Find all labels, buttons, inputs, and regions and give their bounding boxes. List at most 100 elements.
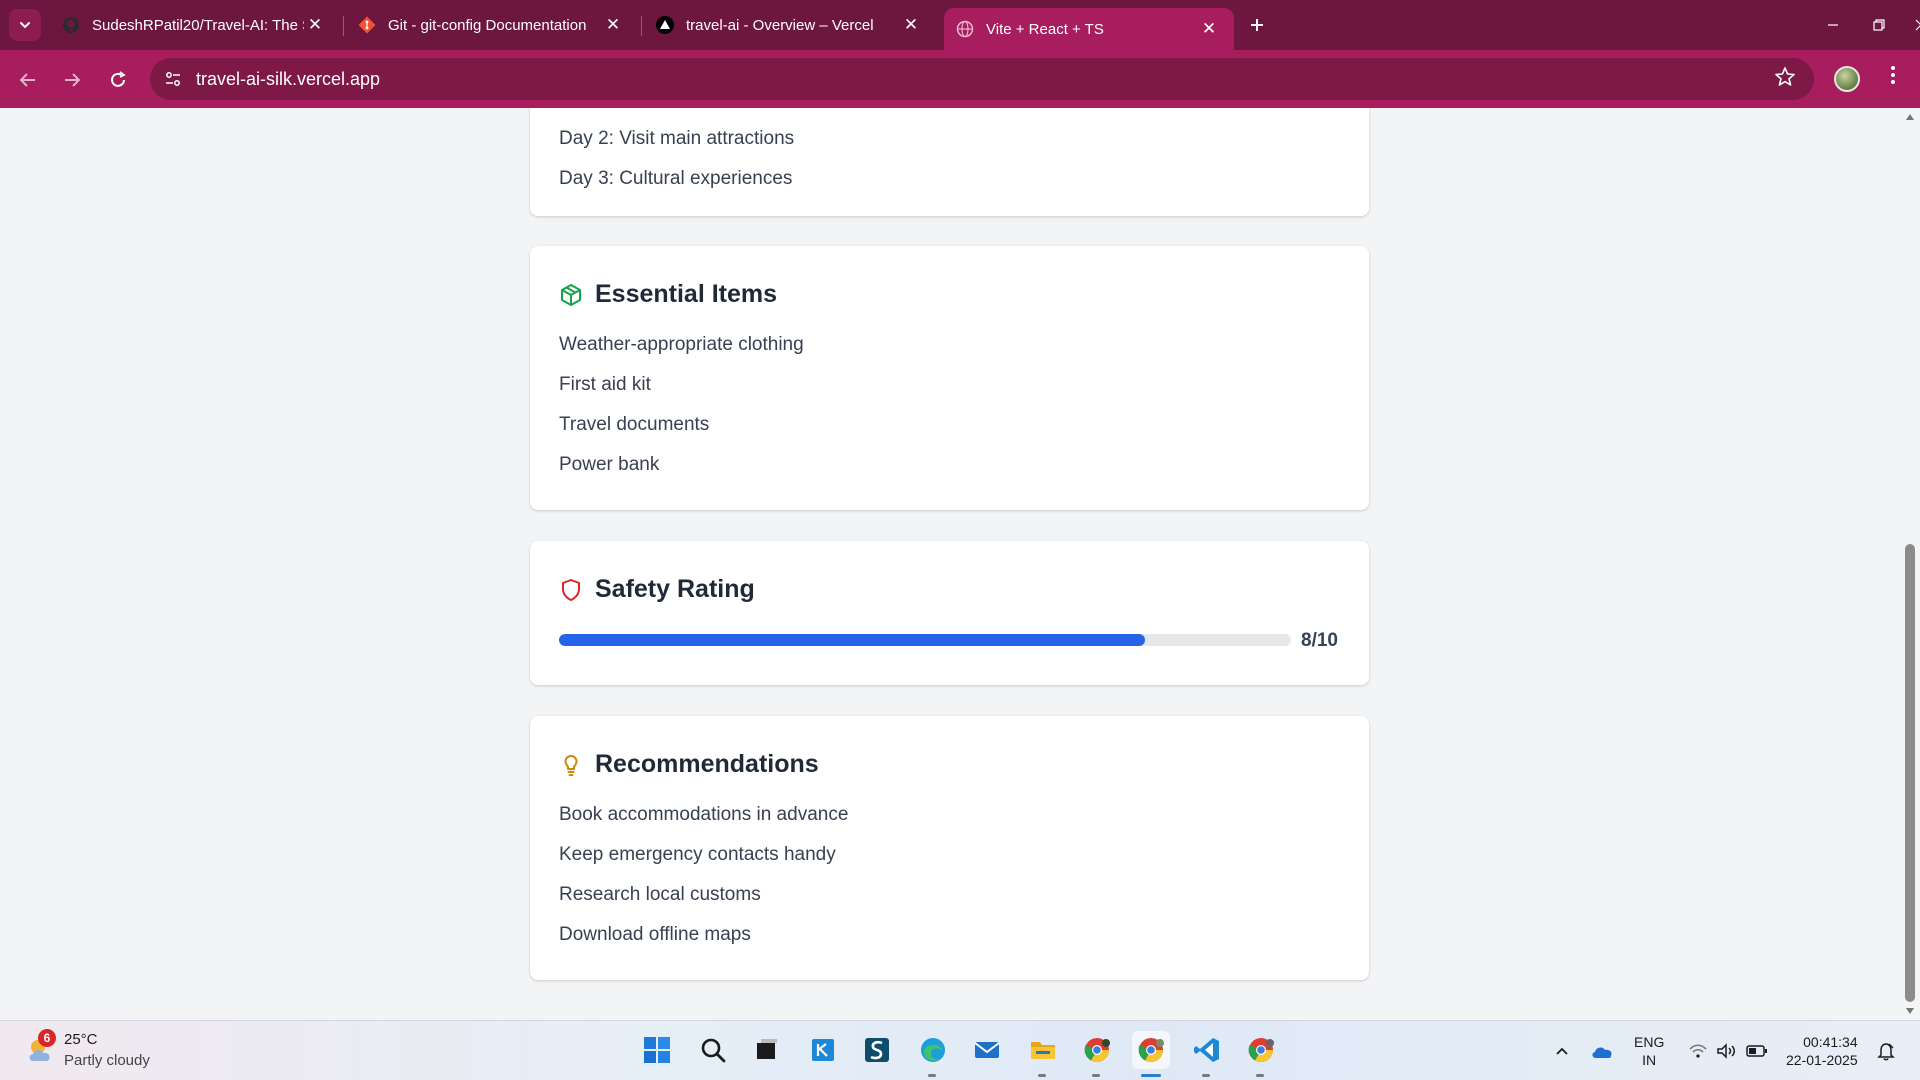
- bookmark-star-icon[interactable]: [1774, 66, 1796, 94]
- recommendation-item: Book accommodations in advance: [559, 804, 849, 825]
- reload-icon: [111, 71, 126, 87]
- weather-alert-badge: 6: [38, 1029, 56, 1047]
- close-tab-icon[interactable]: ✕: [602, 14, 624, 36]
- clock-time: 00:41:34: [1803, 1034, 1858, 1050]
- close-window-button[interactable]: [1898, 8, 1920, 42]
- notification-center-button[interactable]: [1876, 1021, 1896, 1080]
- url-text[interactable]: travel-ai-silk.vercel.app: [196, 69, 380, 90]
- vscode-icon: [1194, 1038, 1219, 1062]
- git-icon: [358, 16, 376, 34]
- browser-menu-button[interactable]: [1886, 64, 1900, 92]
- tab-github[interactable]: SudeshRPatil20/Travel-AI: The S ✕: [50, 8, 340, 42]
- speaker-icon: [1717, 1043, 1735, 1059]
- taskbar-chrome-profile-1[interactable]: [1078, 1031, 1116, 1077]
- app-s-icon: [865, 1038, 889, 1062]
- battery-icon: [1746, 1045, 1767, 1057]
- running-indicator: [1256, 1074, 1264, 1077]
- new-tab-button[interactable]: [1244, 12, 1270, 38]
- tab-search-button[interactable]: [9, 9, 41, 41]
- safety-rating-card: Safety Rating 8/10: [530, 541, 1369, 685]
- network-tray-icon[interactable]: [1688, 1021, 1708, 1080]
- tab-vercel[interactable]: travel-ai - Overview – Vercel ✕: [644, 8, 936, 42]
- task-view-icon: [757, 1039, 777, 1059]
- chevron-up-icon: [1556, 1047, 1568, 1055]
- lightbulb-icon: [564, 754, 578, 776]
- onedrive-tray-icon[interactable]: [1590, 1021, 1614, 1080]
- back-button[interactable]: [14, 66, 42, 94]
- reload-button[interactable]: [104, 66, 132, 94]
- running-indicator: [1092, 1074, 1100, 1077]
- essential-item: Weather-appropriate clothing: [559, 334, 804, 355]
- close-tab-icon[interactable]: ✕: [304, 14, 326, 36]
- active-indicator: [1141, 1074, 1161, 1077]
- running-indicator: [1038, 1074, 1046, 1077]
- taskbar-file-explorer[interactable]: [1024, 1031, 1062, 1077]
- taskbar-edge[interactable]: [914, 1031, 952, 1077]
- windows-logo-icon: [644, 1037, 670, 1063]
- tab-separator: [343, 16, 344, 36]
- running-indicator: [1202, 1074, 1210, 1077]
- scroll-down-arrow-icon[interactable]: [1906, 1008, 1914, 1014]
- tab-title: Git - git-config Documentation: [388, 16, 587, 34]
- taskbar-mail[interactable]: [968, 1031, 1006, 1069]
- card-header: Essential Items: [559, 280, 777, 309]
- taskbar-app-s[interactable]: [858, 1031, 896, 1069]
- card-title: Recommendations: [595, 750, 819, 778]
- card-title: Essential Items: [595, 280, 778, 308]
- region-code: IN: [1642, 1052, 1657, 1068]
- recommendation-item: Keep emergency contacts handy: [559, 844, 836, 865]
- tab-git-docs[interactable]: Git - git-config Documentation ✕: [346, 8, 638, 42]
- tab-separator: [641, 16, 642, 36]
- forward-button[interactable]: [58, 66, 86, 94]
- store-icon: [812, 1039, 834, 1061]
- weather-description: Partly cloudy: [64, 1052, 150, 1069]
- itinerary-item: Day 2: Visit main attractions: [559, 128, 795, 149]
- page-scrollbar[interactable]: [1900, 108, 1920, 1020]
- essential-items-card: Essential Items Weather-appropriate clot…: [530, 246, 1369, 510]
- arrow-left-icon: [19, 73, 35, 87]
- card-title: Safety Rating: [595, 575, 755, 603]
- browser-toolbar: travel-ai-silk.vercel.app: [0, 50, 1920, 108]
- task-view-button[interactable]: [748, 1031, 786, 1069]
- system-clock[interactable]: 00:41:34 22-01-2025: [1786, 1033, 1858, 1069]
- search-button[interactable]: [694, 1031, 732, 1069]
- taskbar-vscode[interactable]: [1188, 1031, 1226, 1077]
- scrollbar-thumb[interactable]: [1905, 544, 1915, 1002]
- chevron-down-icon: [20, 22, 30, 29]
- taskbar-chrome-profile-3[interactable]: [1242, 1031, 1280, 1077]
- show-hidden-icons-button[interactable]: [1554, 1021, 1570, 1080]
- clock-date: 22-01-2025: [1786, 1052, 1858, 1068]
- start-button[interactable]: [638, 1031, 676, 1069]
- vercel-icon: [656, 16, 674, 34]
- minimize-icon: [1828, 24, 1838, 26]
- profile-avatar[interactable]: [1834, 66, 1860, 92]
- safety-progress-fill: [559, 634, 1145, 646]
- search-icon: [701, 1038, 726, 1063]
- mail-icon: [974, 1042, 1000, 1058]
- tab-vite-react[interactable]: Vite + React + TS ✕: [944, 8, 1234, 50]
- shield-icon: [562, 578, 580, 601]
- taskbar-app-store[interactable]: [804, 1031, 842, 1069]
- essential-item: Travel documents: [559, 414, 710, 435]
- wifi-icon: [1689, 1044, 1707, 1058]
- battery-tray-icon[interactable]: [1746, 1021, 1768, 1080]
- essential-item: First aid kit: [559, 374, 651, 395]
- itinerary-card: Day 2: Visit main attractions Day 3: Cul…: [530, 108, 1369, 216]
- more-vertical-icon: [1891, 66, 1895, 84]
- edge-browser-icon: [921, 1038, 945, 1062]
- site-info-icon[interactable]: [162, 68, 184, 90]
- input-language-indicator[interactable]: ENG IN: [1634, 1033, 1664, 1069]
- recommendation-item: Download offline maps: [559, 924, 751, 945]
- close-tab-icon[interactable]: ✕: [1198, 18, 1220, 40]
- close-tab-icon[interactable]: ✕: [900, 14, 922, 36]
- tab-title: travel-ai - Overview – Vercel: [686, 16, 874, 34]
- chrome-icon: [1138, 1038, 1164, 1063]
- minimize-button[interactable]: [1810, 8, 1856, 42]
- taskbar-chrome-profile-2[interactable]: [1132, 1031, 1170, 1077]
- scroll-up-arrow-icon[interactable]: [1906, 114, 1914, 120]
- chrome-icon: [1248, 1038, 1274, 1063]
- address-bar[interactable]: travel-ai-silk.vercel.app: [150, 58, 1814, 100]
- volume-tray-icon[interactable]: [1716, 1021, 1738, 1080]
- tab-strip: SudeshRPatil20/Travel-AI: The S ✕ Git - …: [0, 0, 1920, 50]
- restore-button[interactable]: [1856, 8, 1902, 42]
